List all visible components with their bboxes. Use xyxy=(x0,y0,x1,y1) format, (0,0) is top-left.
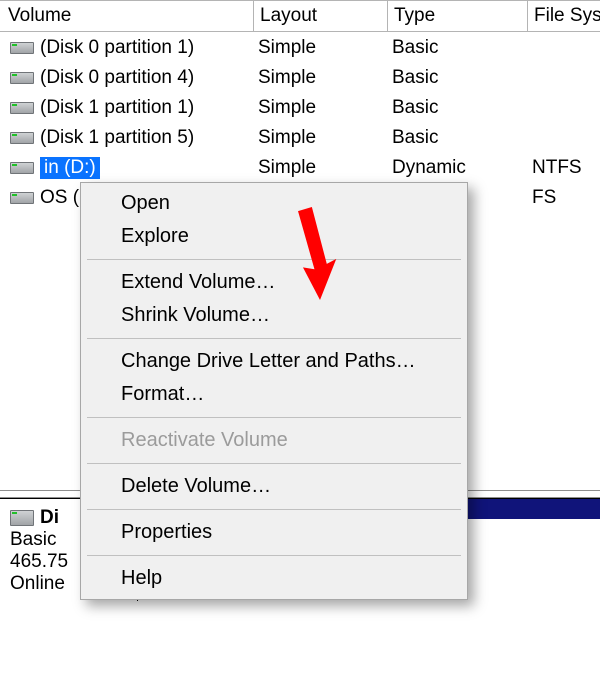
cell-fs: NTFS xyxy=(528,153,600,182)
col-header-volume[interactable]: Volume xyxy=(0,1,254,32)
menu-change-letter[interactable]: Change Drive Letter and Paths… xyxy=(83,345,465,378)
menu-separator xyxy=(87,509,461,510)
menu-separator xyxy=(87,417,461,418)
menu-extend-volume[interactable]: Extend Volume… xyxy=(83,266,465,299)
cell-layout: Simple xyxy=(254,93,388,122)
table-header-row: Volume Layout Type File Sys xyxy=(0,1,600,33)
cell-type: Basic xyxy=(388,123,528,152)
col-header-fs[interactable]: File Sys xyxy=(528,1,600,32)
menu-format[interactable]: Format… xyxy=(83,378,465,411)
menu-separator xyxy=(87,259,461,260)
menu-shrink-volume[interactable]: Shrink Volume… xyxy=(83,299,465,332)
table-row[interactable]: (Disk 0 partition 1) Simple Basic xyxy=(0,33,600,63)
cell-layout: Simple xyxy=(254,63,388,92)
volume-label: in (D:) xyxy=(40,157,100,179)
volume-icon xyxy=(10,42,34,54)
cell-fs: FS xyxy=(528,183,600,212)
volume-label: (Disk 0 partition 1) xyxy=(40,37,194,59)
menu-help[interactable]: Help xyxy=(83,562,465,595)
volume-label: (Disk 1 partition 5) xyxy=(40,127,194,149)
cell-fs xyxy=(528,33,600,62)
volume-icon xyxy=(10,192,34,204)
cell-type: Basic xyxy=(388,93,528,122)
menu-separator xyxy=(87,463,461,464)
menu-reactivate-volume: Reactivate Volume xyxy=(83,424,465,457)
disk-icon xyxy=(10,510,34,526)
menu-open[interactable]: Open xyxy=(83,187,465,220)
cell-layout: Simple xyxy=(254,153,388,182)
context-menu: Open Explore Extend Volume… Shrink Volum… xyxy=(80,182,468,600)
cell-type: Basic xyxy=(388,63,528,92)
volume-icon xyxy=(10,72,34,84)
menu-separator xyxy=(87,338,461,339)
table-row[interactable]: (Disk 0 partition 4) Simple Basic xyxy=(0,63,600,93)
volume-icon xyxy=(10,102,34,114)
cell-type: Dynamic xyxy=(388,153,528,182)
volume-label: (Disk 1 partition 1) xyxy=(40,97,194,119)
col-header-layout[interactable]: Layout xyxy=(254,1,388,32)
cell-layout: Simple xyxy=(254,123,388,152)
menu-separator xyxy=(87,555,461,556)
table-row[interactable]: (Disk 1 partition 1) Simple Basic xyxy=(0,93,600,123)
table-row-selected[interactable]: in (D:) Simple Dynamic NTFS xyxy=(0,153,600,183)
cell-layout: Simple xyxy=(254,33,388,62)
volume-icon xyxy=(10,132,34,144)
volume-label: OS ( xyxy=(40,187,79,209)
col-header-type[interactable]: Type xyxy=(388,1,528,32)
disk-title: Di xyxy=(40,507,59,529)
menu-delete-volume[interactable]: Delete Volume… xyxy=(83,470,465,503)
menu-explore[interactable]: Explore xyxy=(83,220,465,253)
table-row[interactable]: (Disk 1 partition 5) Simple Basic xyxy=(0,123,600,153)
volume-label: (Disk 0 partition 4) xyxy=(40,67,194,89)
cell-fs xyxy=(528,93,600,122)
cell-fs xyxy=(528,63,600,92)
menu-properties[interactable]: Properties xyxy=(83,516,465,549)
cell-type: Basic xyxy=(388,33,528,62)
cell-fs xyxy=(528,123,600,152)
volume-icon xyxy=(10,162,34,174)
